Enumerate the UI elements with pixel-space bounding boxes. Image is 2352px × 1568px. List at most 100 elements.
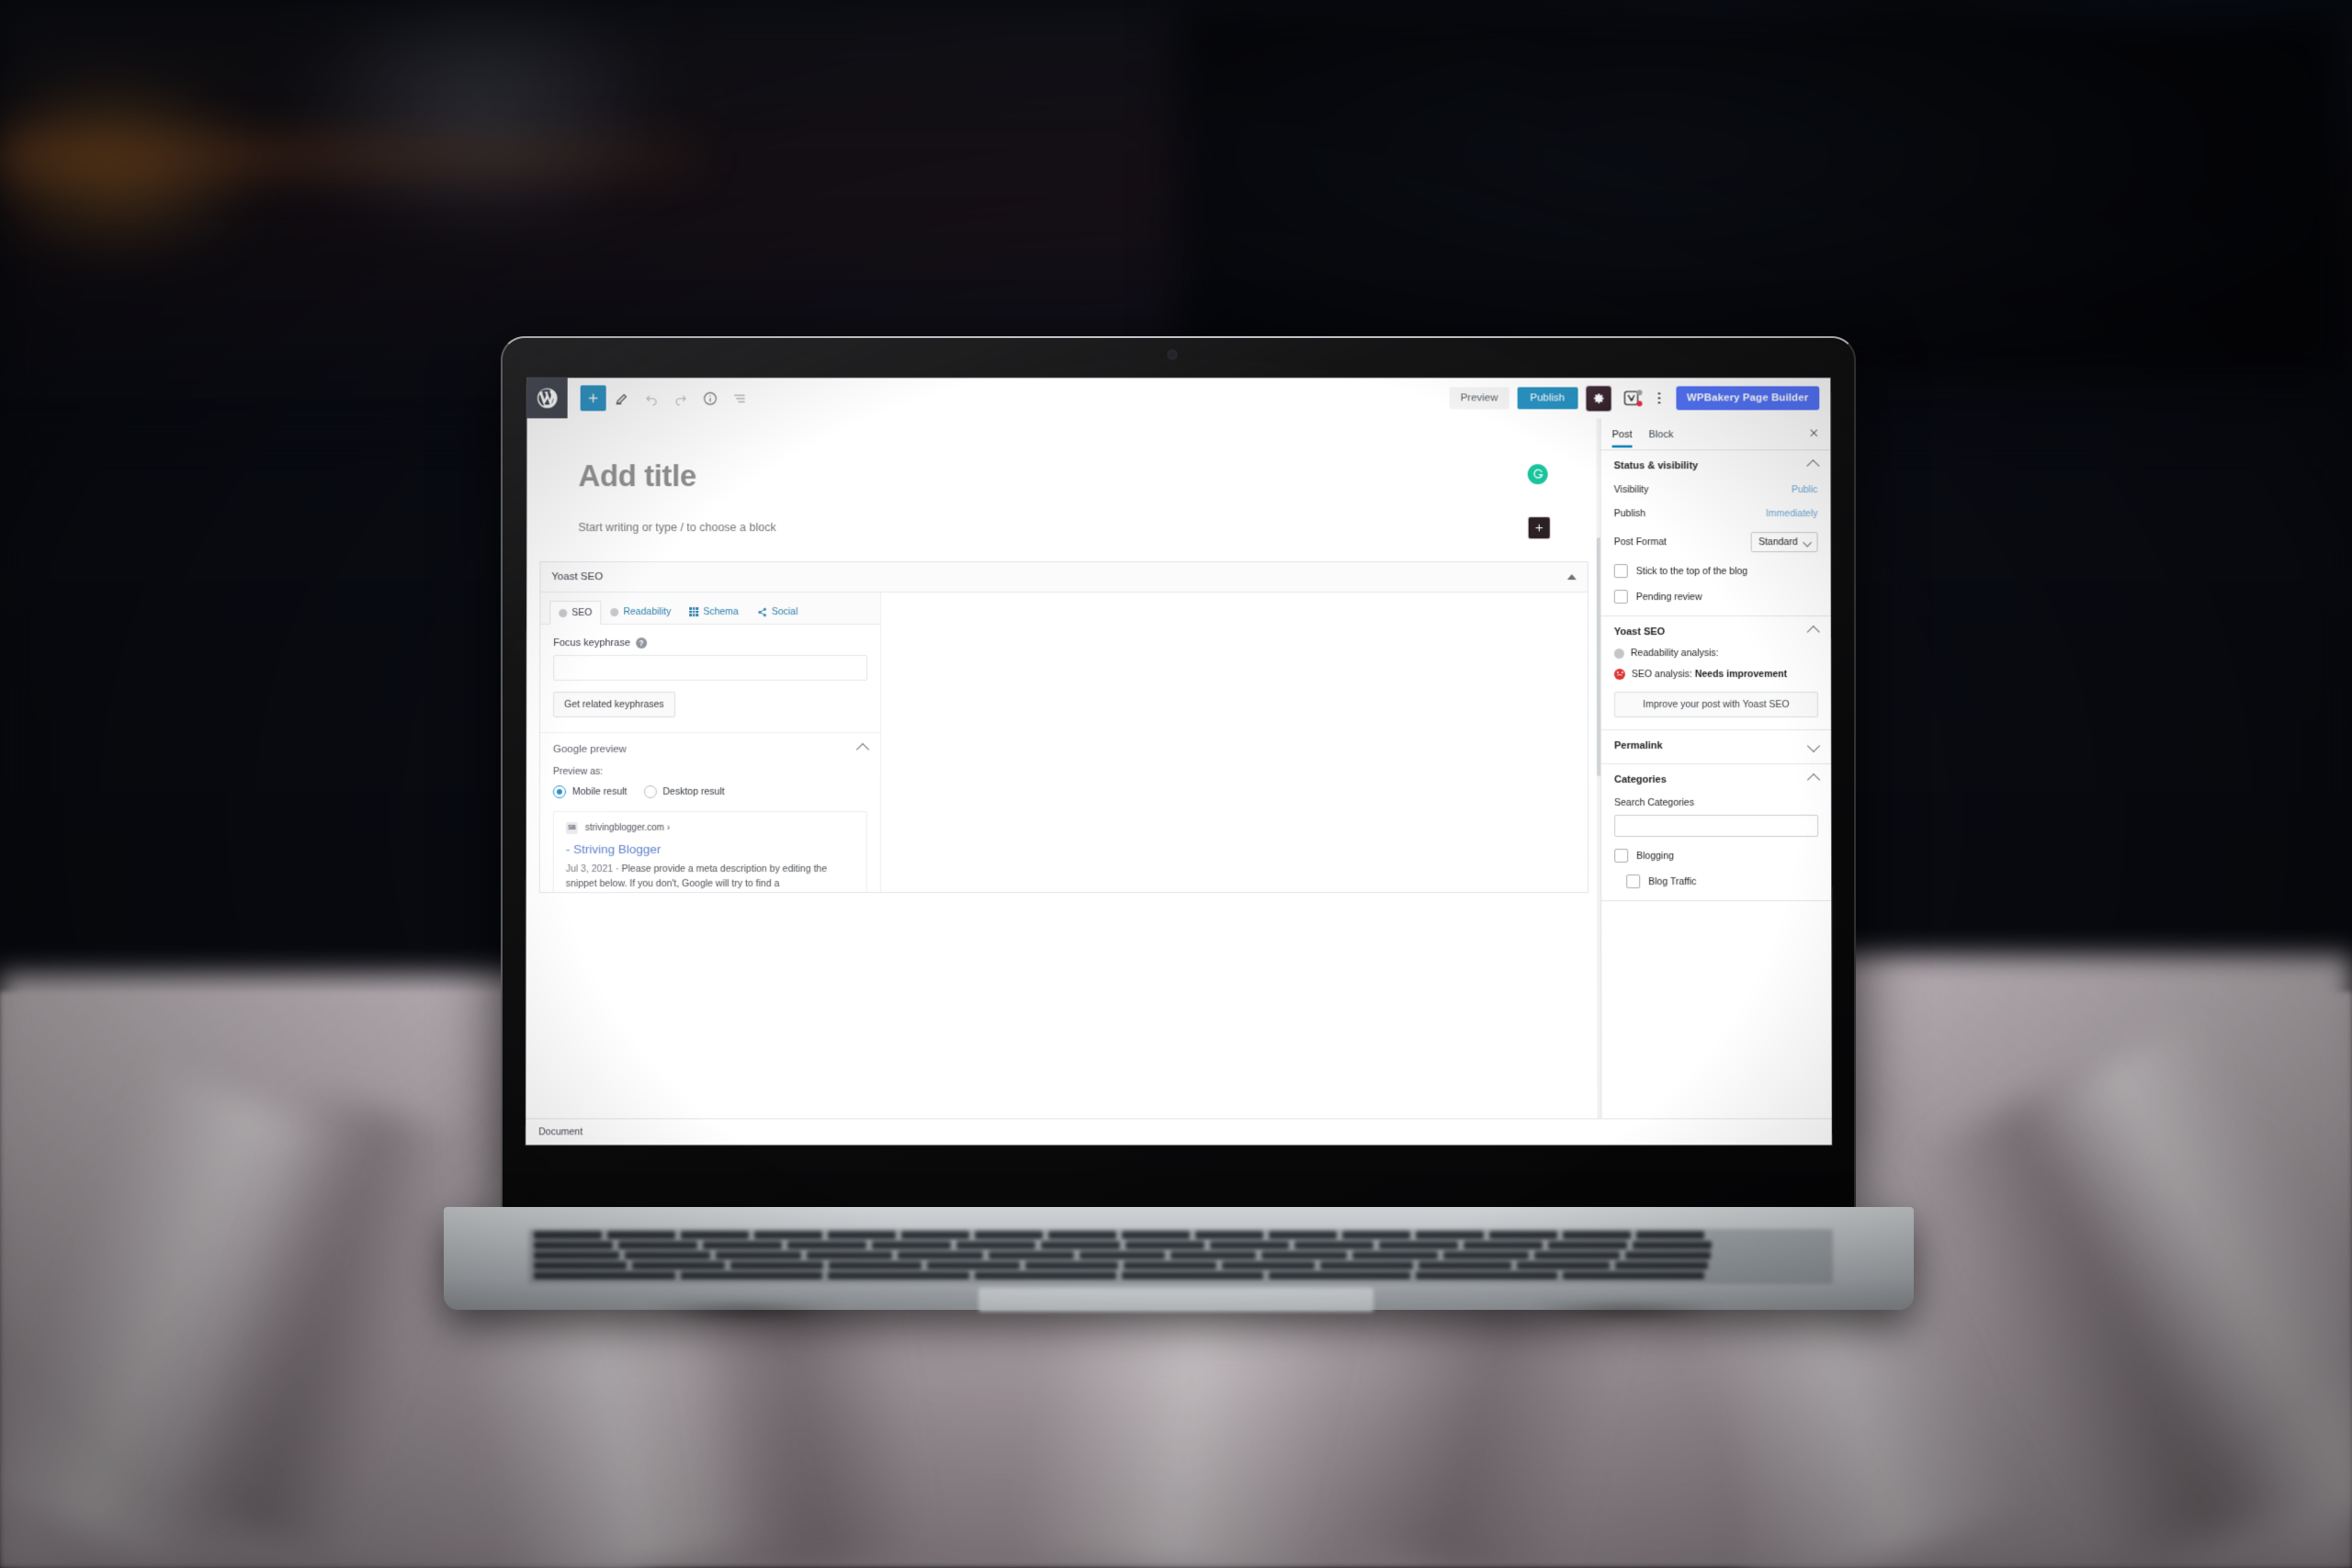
yoast-sidebar-title: Yoast SEO — [1613, 626, 1666, 638]
category-row-blog-traffic[interactable]: Blog Traffic — [1614, 874, 1818, 889]
webcam — [1169, 351, 1176, 358]
tab-readability[interactable]: Readability — [601, 600, 680, 624]
info-circle-icon[interactable] — [696, 384, 724, 412]
preview-button[interactable]: Preview — [1449, 387, 1510, 410]
tab-block[interactable]: Block — [1649, 421, 1674, 447]
red-sad-face-icon — [1613, 669, 1625, 681]
snippet-site-row: SB strivingblogger.com › — [565, 822, 854, 835]
post-title-input[interactable]: Add title — [578, 458, 1549, 493]
permalink-title: Permalink — [1613, 740, 1663, 752]
publish-label: Publish — [1613, 508, 1646, 520]
google-preview-section: Google preview Preview as: Mobile result… — [539, 732, 881, 892]
pending-checkbox-row[interactable]: Pending review — [1613, 590, 1818, 604]
status-visibility-header[interactable]: Status & visibility — [1613, 459, 1820, 473]
google-snippet-preview[interactable]: SB strivingblogger.com › - Striving Blog… — [552, 811, 867, 892]
snippet-date: Jul 3, 2021 — [565, 863, 614, 875]
tab-schema[interactable]: Schema — [680, 600, 748, 624]
preview-as-radios: Mobile result Desktop result — [552, 785, 867, 799]
yoast-logo-icon[interactable] — [1619, 387, 1643, 409]
category-checkbox[interactable] — [1626, 874, 1641, 889]
categories-header[interactable]: Categories — [1614, 773, 1821, 787]
post-format-select[interactable]: Standard — [1750, 532, 1818, 553]
category-label: Blog Traffic — [1648, 875, 1697, 887]
gear-icon[interactable] — [1586, 385, 1611, 411]
focus-keyphrase-panel: Focus keyphrase ? Get related keyphrases — [540, 625, 880, 732]
wordpress-logo-icon[interactable] — [526, 378, 568, 419]
publish-row: Publish Immediately — [1614, 508, 1818, 519]
keyboard — [528, 1229, 1833, 1284]
focus-keyphrase-input[interactable] — [553, 655, 868, 682]
site-favicon: SB — [565, 822, 578, 835]
pencil-icon[interactable] — [608, 384, 636, 412]
focus-keyphrase-label-row: Focus keyphrase ? — [553, 637, 867, 649]
close-icon[interactable] — [1807, 426, 1820, 439]
radio-mobile-result[interactable]: Mobile result — [552, 785, 628, 799]
snippet-description: Jul 3, 2021 · Please provide a meta desc… — [565, 863, 828, 889]
readability-analysis-label: Readability analysis: — [1630, 648, 1719, 660]
kebab-menu-icon[interactable] — [1651, 387, 1668, 409]
search-categories-input[interactable] — [1614, 815, 1819, 838]
toolbar-tools — [568, 384, 753, 412]
sidebar-tabs: Post Block — [1600, 418, 1831, 451]
metabox-header[interactable]: Yoast SEO — [540, 562, 1588, 593]
publish-value[interactable]: Immediately — [1766, 508, 1818, 519]
get-related-keyphrases-button[interactable]: Get related keyphrases — [553, 692, 675, 718]
chevron-up-icon[interactable] — [1806, 459, 1820, 473]
status-visibility-section: Status & visibility Visibility Public Pu… — [1600, 450, 1831, 617]
yoast-seo-sidebar-section: Yoast SEO Readability analysis: SEO anal… — [1600, 616, 1831, 731]
wpbakery-page-builder-button[interactable]: WPBakery Page Builder — [1675, 386, 1820, 411]
chevron-up-icon[interactable] — [1806, 773, 1821, 787]
readability-analysis-row: Readability analysis: — [1613, 648, 1818, 660]
category-checkbox[interactable] — [1614, 849, 1629, 863]
yoast-readability-dot — [1635, 389, 1642, 396]
chevron-up-icon[interactable] — [1806, 625, 1820, 639]
grammarly-icon[interactable] — [1527, 464, 1548, 485]
post-format-row: Post Format Standard — [1614, 532, 1818, 553]
background-shelf — [0, 138, 698, 175]
tab-post[interactable]: Post — [1612, 421, 1633, 447]
laptop-shadow — [648, 1305, 841, 1322]
categories-section: Categories Search Categories Blogging Bl… — [1601, 763, 1832, 902]
yoast-seo-metabox: Yoast SEO SEO Readability Schema Social … — [538, 561, 1589, 893]
background-dark-panel — [1176, 0, 2352, 386]
focus-keyphrase-label: Focus keyphrase — [553, 637, 630, 649]
yoast-seo-dot — [1636, 400, 1643, 407]
visibility-label: Visibility — [1613, 484, 1649, 496]
seo-analysis-row: SEO analysis: Needs improvement — [1613, 669, 1818, 681]
wordpress-editor: Preview Publish WPBakery Page Builder Ad… — [526, 378, 1832, 1145]
google-preview-title: Google preview — [553, 744, 627, 756]
tab-readability-label: Readability — [623, 606, 672, 618]
block-inserter-button[interactable] — [580, 385, 606, 412]
sticky-checkbox-row[interactable]: Stick to the top of the blog — [1613, 564, 1818, 579]
triangle-up-icon[interactable] — [1566, 574, 1577, 581]
add-block-button[interactable] — [1528, 517, 1550, 539]
redo-arrow-icon[interactable] — [667, 384, 695, 412]
list-view-icon[interactable] — [725, 384, 752, 412]
yoast-sidebar-header[interactable]: Yoast SEO — [1613, 625, 1820, 639]
body-placeholder[interactable]: Start writing or type / to choose a bloc… — [578, 521, 775, 534]
tab-seo-label: SEO — [571, 607, 593, 619]
pending-checkbox[interactable] — [1613, 590, 1628, 604]
metabox-title: Yoast SEO — [551, 571, 604, 583]
sticky-checkbox[interactable] — [1613, 564, 1628, 579]
google-preview-header[interactable]: Google preview — [540, 733, 880, 766]
chevron-up-icon[interactable] — [855, 742, 870, 757]
publish-button[interactable]: Publish — [1517, 387, 1578, 410]
laptop-screen: Preview Publish WPBakery Page Builder Ad… — [526, 378, 1832, 1145]
visibility-row: Visibility Public — [1614, 484, 1818, 495]
category-row-blogging[interactable]: Blogging — [1614, 849, 1818, 863]
pending-label: Pending review — [1635, 591, 1702, 603]
tab-social[interactable]: Social — [748, 600, 808, 624]
chevron-down-icon[interactable] — [1806, 739, 1821, 753]
radio-desktop-result[interactable]: Desktop result — [643, 785, 725, 799]
editor-statusbar: Document — [526, 1118, 1832, 1145]
permalink-header[interactable]: Permalink — [1613, 739, 1821, 753]
question-mark-icon[interactable]: ? — [635, 637, 647, 649]
tab-seo[interactable]: SEO — [549, 601, 602, 626]
share-icon — [758, 607, 767, 617]
breadcrumb[interactable]: Document — [538, 1126, 582, 1137]
undo-arrow-icon[interactable] — [638, 384, 665, 412]
status-visibility-title: Status & visibility — [1613, 460, 1699, 472]
improve-post-button[interactable]: Improve your post with Yoast SEO — [1613, 692, 1818, 718]
visibility-value[interactable]: Public — [1792, 484, 1818, 495]
